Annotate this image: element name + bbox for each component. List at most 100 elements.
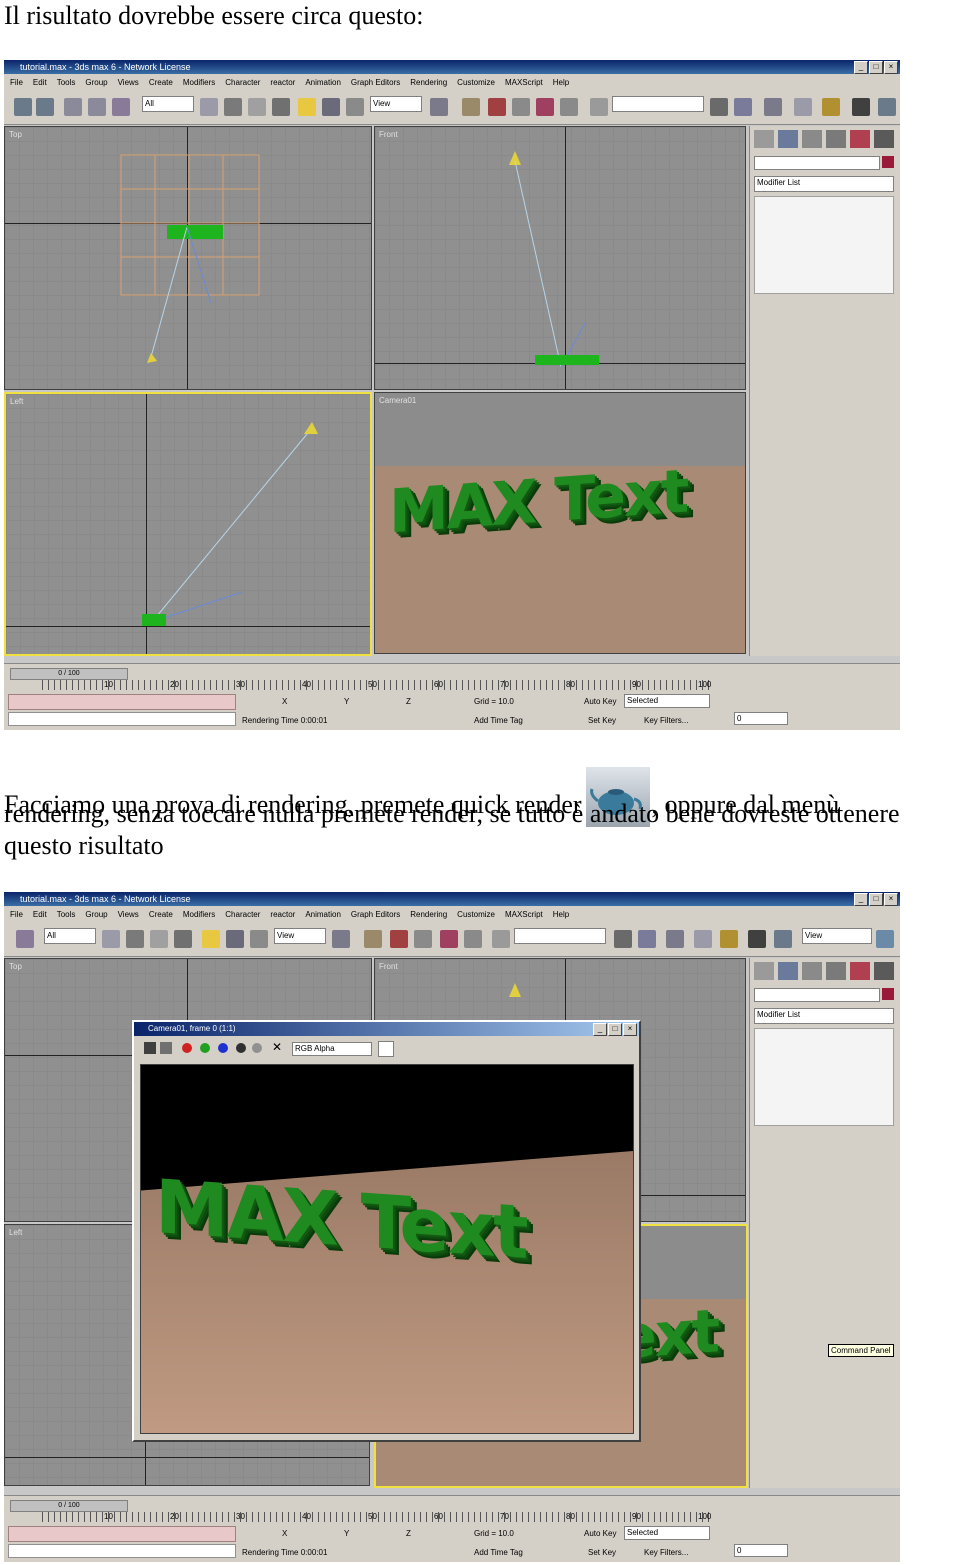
add-time-tag[interactable]: Add Time Tag xyxy=(474,1548,523,1557)
menu-modifiers[interactable]: Modifiers xyxy=(183,910,215,919)
reference-coord-dropdown[interactable]: View xyxy=(370,96,422,112)
object-color-swatch[interactable] xyxy=(882,988,894,1000)
rendered-frame-window[interactable]: Camera01, frame 0 (1:1) _ □ × ✕ RGB Alpha … xyxy=(132,1020,641,1442)
select-by-name-icon[interactable] xyxy=(224,98,242,116)
menu-customize[interactable]: Customize xyxy=(457,910,495,919)
select-rotate-icon[interactable] xyxy=(322,98,340,116)
object-name-field[interactable] xyxy=(754,156,880,170)
bind-space-warp-icon[interactable] xyxy=(112,98,130,116)
utilities-tab-icon[interactable] xyxy=(874,130,894,148)
key-selection-dropdown[interactable]: Selected xyxy=(624,1526,710,1540)
menu-reactor[interactable]: reactor xyxy=(270,78,295,87)
modifier-stack[interactable] xyxy=(754,1028,894,1126)
spinner-snap-icon[interactable] xyxy=(464,930,482,948)
percent-snap-icon[interactable] xyxy=(536,98,554,116)
window-crossing-icon[interactable] xyxy=(272,98,290,116)
maxscript-listener[interactable] xyxy=(8,1526,236,1542)
menu-animation[interactable]: Animation xyxy=(305,78,341,87)
select-scale-icon[interactable] xyxy=(250,930,268,948)
hierarchy-tab-icon[interactable] xyxy=(802,130,822,148)
motion-tab-icon[interactable] xyxy=(826,962,846,980)
key-filters-button[interactable]: Key Filters... xyxy=(644,1548,688,1557)
menu-help[interactable]: Help xyxy=(553,910,569,919)
bind-space-warp-icon[interactable] xyxy=(16,930,34,948)
modify-tab-icon[interactable] xyxy=(778,962,798,980)
monochrome-icon[interactable] xyxy=(252,1043,262,1053)
color-swatch[interactable] xyxy=(378,1041,394,1057)
menu-file[interactable]: File xyxy=(10,78,23,87)
manipulate-icon[interactable] xyxy=(462,98,480,116)
time-slider[interactable]: 0 / 100 xyxy=(10,1500,128,1512)
minimize-button[interactable]: _ xyxy=(854,893,868,906)
angle-snap-icon[interactable] xyxy=(414,930,432,948)
green-channel-icon[interactable] xyxy=(200,1043,210,1053)
link-icon[interactable] xyxy=(64,98,82,116)
selection-filter-dropdown[interactable]: All xyxy=(142,96,194,112)
menu-modifiers[interactable]: Modifiers xyxy=(183,78,215,87)
current-frame-field[interactable]: 0 xyxy=(734,712,788,725)
blue-channel-icon[interactable] xyxy=(218,1043,228,1053)
menu-edit[interactable]: Edit xyxy=(33,78,47,87)
material-editor-icon[interactable] xyxy=(852,98,870,116)
pivot-center-icon[interactable] xyxy=(332,930,350,948)
named-selection-icon[interactable] xyxy=(492,930,510,948)
menu-tools[interactable]: Tools xyxy=(57,910,76,919)
select-object-icon[interactable] xyxy=(200,98,218,116)
layer-manager-icon[interactable] xyxy=(666,930,684,948)
maximize-button[interactable]: □ xyxy=(869,61,883,74)
close-button[interactable]: × xyxy=(884,61,898,74)
menu-graph-editors[interactable]: Graph Editors xyxy=(351,78,400,87)
add-time-tag[interactable]: Add Time Tag xyxy=(474,716,523,725)
red-channel-icon[interactable] xyxy=(182,1043,192,1053)
menu-character[interactable]: Character xyxy=(225,910,260,919)
menu-views[interactable]: Views xyxy=(118,78,139,87)
maximize-button[interactable]: □ xyxy=(608,1023,622,1036)
named-selection-icon[interactable] xyxy=(590,98,608,116)
save-bitmap-icon[interactable] xyxy=(144,1042,156,1054)
mirror-icon[interactable] xyxy=(614,930,632,948)
channel-dropdown[interactable]: RGB Alpha xyxy=(292,1042,372,1056)
modify-tab-icon[interactable] xyxy=(778,130,798,148)
minimize-button[interactable]: _ xyxy=(593,1023,607,1036)
object-name-field[interactable] xyxy=(754,988,880,1002)
redo-icon[interactable] xyxy=(36,98,54,116)
motion-tab-icon[interactable] xyxy=(826,130,846,148)
curve-editor-icon[interactable] xyxy=(794,98,812,116)
menu-file[interactable]: File xyxy=(10,910,23,919)
hierarchy-tab-icon[interactable] xyxy=(802,962,822,980)
region-select-icon[interactable] xyxy=(150,930,168,948)
select-object-icon[interactable] xyxy=(102,930,120,948)
mirror-icon[interactable] xyxy=(710,98,728,116)
menu-group[interactable]: Group xyxy=(85,78,107,87)
modifier-stack[interactable] xyxy=(754,196,894,294)
region-select-icon[interactable] xyxy=(248,98,266,116)
set-key-button[interactable]: Set Key xyxy=(588,1548,616,1557)
close-button[interactable]: × xyxy=(884,893,898,906)
clear-icon[interactable]: ✕ xyxy=(272,1040,282,1054)
menu-graph-editors[interactable]: Graph Editors xyxy=(351,910,400,919)
reference-coord-dropdown[interactable]: View xyxy=(274,928,326,944)
render-scene-icon[interactable] xyxy=(878,98,896,116)
close-button[interactable]: × xyxy=(623,1023,637,1036)
menu-reactor[interactable]: reactor xyxy=(270,910,295,919)
object-color-swatch[interactable] xyxy=(882,156,894,168)
menu-maxscript[interactable]: MAXScript xyxy=(505,910,543,919)
create-tab-icon[interactable] xyxy=(754,130,774,148)
select-move-icon[interactable] xyxy=(298,98,316,116)
menu-rendering[interactable]: Rendering xyxy=(410,910,447,919)
menu-animation[interactable]: Animation xyxy=(305,910,341,919)
menu-create[interactable]: Create xyxy=(149,910,173,919)
angle-snap-icon[interactable] xyxy=(512,98,530,116)
align-icon[interactable] xyxy=(734,98,752,116)
modifier-list-dropdown[interactable]: Modifier List xyxy=(754,176,894,192)
viewport-left[interactable]: Left xyxy=(4,392,372,656)
time-slider[interactable]: 0 / 100 xyxy=(10,668,128,680)
window-crossing-icon[interactable] xyxy=(174,930,192,948)
selection-filter-dropdown[interactable]: All xyxy=(44,928,96,944)
clone-window-icon[interactable] xyxy=(160,1042,172,1054)
minimize-button[interactable]: _ xyxy=(854,61,868,74)
menu-tools[interactable]: Tools xyxy=(57,78,76,87)
named-selection-sets-field[interactable] xyxy=(612,96,704,112)
key-filters-button[interactable]: Key Filters... xyxy=(644,716,688,725)
quick-render-icon[interactable] xyxy=(876,930,894,948)
